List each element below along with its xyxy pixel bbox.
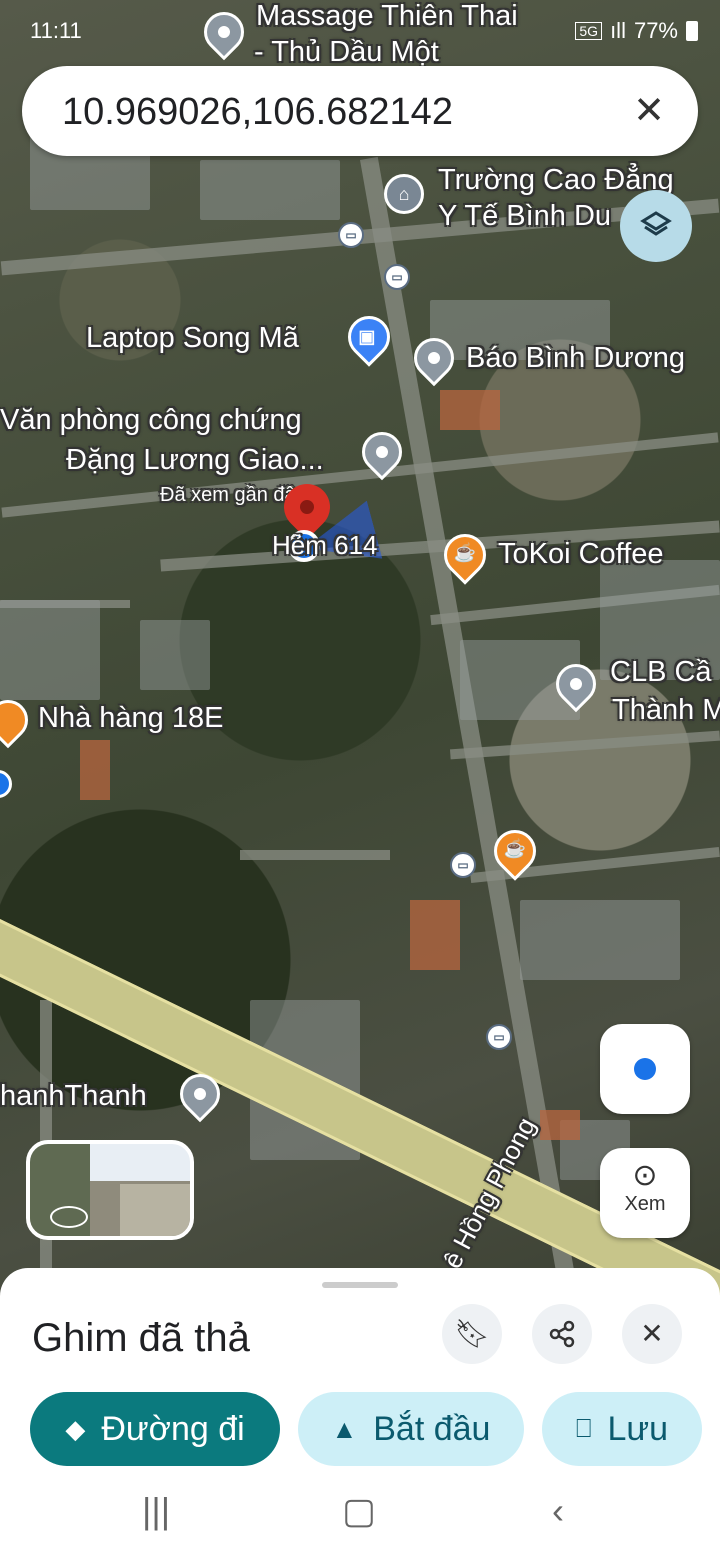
map-building	[140, 620, 210, 690]
map-building	[0, 600, 100, 700]
search-input[interactable]	[60, 84, 624, 140]
bookmark-icon: ⎕	[575, 1413, 592, 1443]
close-icon: ✕	[640, 1318, 664, 1349]
close-sheet-button[interactable]: ✕	[622, 1304, 682, 1364]
directions-icon: ◆	[65, 1413, 86, 1444]
bus-stop-icon[interactable]: ▭	[338, 222, 364, 248]
map-roof	[540, 1110, 580, 1140]
restaurant-pin-icon[interactable]	[0, 691, 37, 749]
notary-label-line1: Văn phòng công chứng	[0, 404, 302, 436]
navigation-arrow-icon: ▲	[331, 1413, 358, 1444]
share-icon	[549, 1320, 575, 1348]
close-icon[interactable]: ✕	[622, 84, 676, 138]
share-button[interactable]	[532, 1304, 592, 1364]
my-location-button[interactable]	[600, 1024, 690, 1114]
network-icon: 5G	[575, 22, 603, 40]
battery-icon	[686, 21, 698, 41]
search-bar: ✕	[22, 66, 698, 156]
my-location-icon	[634, 1058, 656, 1080]
transit-icon[interactable]	[0, 770, 12, 798]
home-icon[interactable]: ▢	[342, 1490, 376, 1532]
bookmark-button[interactable]: 🔖︎	[442, 1304, 502, 1364]
school-icon[interactable]: ⌂	[384, 174, 424, 214]
directions-label: Đường đi	[101, 1409, 245, 1448]
college-label-line2: Y Tế Bình Du	[438, 200, 612, 232]
map-roof	[440, 390, 500, 430]
system-nav-bar: ||| ▢ ‹	[0, 1480, 720, 1560]
map-roof	[80, 740, 110, 800]
clb-label-line2: Thành M	[612, 694, 720, 726]
tokoi-label: ToKoi Coffee	[498, 538, 664, 570]
street-view-road	[120, 1184, 190, 1236]
clb-label-line1: CLB Cầ	[610, 656, 712, 688]
lens-button[interactable]: ⊙ Xem	[600, 1148, 690, 1238]
notary-label-line2: Đặng Lương Giao...	[66, 444, 324, 476]
street-view-icon	[50, 1206, 88, 1228]
save-button[interactable]: ⎕ Lưu	[542, 1392, 702, 1466]
layers-button[interactable]	[620, 190, 692, 262]
start-button[interactable]: ▲ Bắt đầu	[298, 1392, 524, 1466]
battery-label: 77%	[633, 18, 678, 43]
recent-apps-icon[interactable]: |||	[142, 1490, 170, 1532]
bookmark-icon: 🔖︎	[454, 1318, 490, 1349]
directions-button[interactable]: ◆ Đường đi	[30, 1392, 280, 1466]
layers-icon	[640, 211, 672, 236]
signal-icon: ıll	[610, 18, 626, 43]
sheet-title: Ghim đã thả	[32, 1316, 250, 1360]
bus-stop-icon[interactable]: ▭	[450, 852, 476, 878]
map-road	[240, 850, 390, 860]
bus-stop-icon[interactable]: ▭	[486, 1024, 512, 1050]
map-road	[449, 730, 720, 760]
start-label: Bắt đầu	[373, 1409, 491, 1448]
hem-label: Hẻm 614	[272, 530, 378, 560]
status-bar: 11:11 5G ıll 77%	[0, 0, 720, 58]
save-label: Lưu	[607, 1409, 669, 1448]
street-view-thumbnail[interactable]	[26, 1140, 194, 1240]
bao-label: Báo Bình Dương	[466, 342, 686, 374]
camera-lens-icon: ⊙	[632, 1159, 658, 1192]
map-roof	[410, 900, 460, 970]
laptop-label: Laptop Song Mã	[86, 322, 299, 354]
map-building	[520, 900, 680, 980]
thanh-label: hanhThanh	[0, 1080, 147, 1112]
restaurant-label: Nhà hàng 18E	[38, 702, 224, 734]
bus-stop-icon[interactable]: ▭	[384, 264, 410, 290]
sheet-handle[interactable]	[322, 1282, 398, 1288]
college-label-line1: Trường Cao Đẳng	[438, 164, 674, 196]
status-time: 11:11	[30, 18, 82, 43]
lens-label: Xem	[624, 1193, 666, 1215]
map-building	[200, 160, 340, 220]
back-icon[interactable]: ‹	[552, 1490, 564, 1532]
